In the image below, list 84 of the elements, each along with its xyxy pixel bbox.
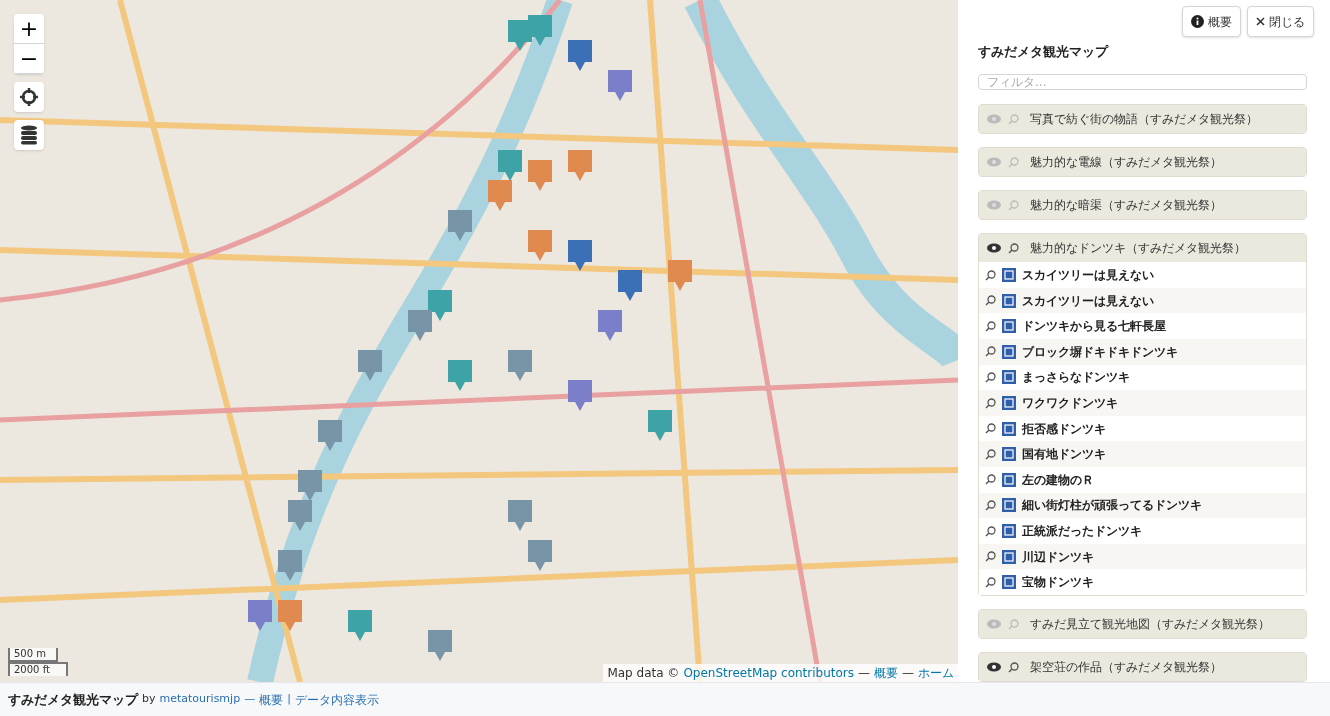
about-button[interactable]: 概要 <box>1182 6 1241 37</box>
attribution-link[interactable]: ホーム <box>918 664 954 682</box>
marker-icon <box>1002 344 1016 359</box>
item-name: 細い街灯柱が頑張ってるドンツキ <box>1022 497 1202 515</box>
layer-header[interactable]: 魅力的なドンツキ（すみだメタ観光祭） <box>979 234 1306 263</box>
zoom-icon[interactable] <box>985 474 996 486</box>
layers-button[interactable] <box>14 120 44 150</box>
item-name: 宝物ドンツキ <box>1022 574 1094 592</box>
author-link[interactable]: metatourismjp <box>159 691 241 708</box>
layer-item[interactable]: 川辺ドンツキ <box>979 543 1306 570</box>
zoom-icon[interactable] <box>985 551 996 563</box>
marker-icon <box>1002 293 1016 308</box>
layer-item[interactable]: スカイツリーは見えない <box>979 287 1306 314</box>
zoom-out-button[interactable]: − <box>14 44 44 74</box>
separator: — <box>902 665 914 682</box>
item-name: スカイツリーは見えない <box>1022 267 1154 285</box>
eye-icon[interactable] <box>987 243 1001 254</box>
zoom-icon[interactable] <box>985 371 996 383</box>
zoom-icon[interactable] <box>985 397 996 409</box>
marker-icon <box>1002 498 1016 513</box>
zoom-icon[interactable] <box>985 448 996 460</box>
marker-icon <box>1002 549 1016 564</box>
attribution-link[interactable]: 概要 <box>874 664 898 682</box>
zoom-icon[interactable] <box>985 320 996 332</box>
by-text: by <box>142 691 156 708</box>
zoom-icon[interactable] <box>985 269 996 281</box>
crosshair-icon <box>19 87 39 107</box>
marker-icon <box>1002 524 1016 538</box>
layer-name: 魅力的な暗渠（すみだメタ観光祭） <box>1030 197 1222 215</box>
layer-name: 架空荘の作品（すみだメタ観光祭） <box>1030 659 1222 676</box>
zoom-icon[interactable] <box>985 525 996 537</box>
item-name: ワクワクドンツキ <box>1022 395 1118 413</box>
zoom-icon[interactable] <box>985 346 996 358</box>
zoom-icon[interactable] <box>985 295 996 307</box>
item-name: 川辺ドンツキ <box>1022 548 1094 566</box>
zoom-in-button[interactable]: + <box>14 14 44 44</box>
marker-icon <box>1002 421 1016 436</box>
zoom-icon[interactable] <box>1008 242 1019 254</box>
layer-item[interactable]: 細い街灯柱が頑張ってるドンツキ <box>979 492 1306 519</box>
item-name: 正統派だったドンツキ <box>1022 523 1142 540</box>
close-icon <box>1256 17 1265 26</box>
layer-item[interactable]: 国有地ドンツキ <box>979 441 1306 468</box>
marker-icon <box>1002 396 1016 411</box>
scale-label: 500 m <box>8 648 58 662</box>
database-icon <box>20 125 38 145</box>
item-name: ドンツキから見る七軒長屋 <box>1022 318 1166 336</box>
close-button[interactable]: 閉じる <box>1247 6 1314 37</box>
attribution-text: Map data © <box>607 665 680 682</box>
marker-icon <box>1002 319 1016 334</box>
item-name: ブロック塀ドキドキドンツキ <box>1022 343 1178 361</box>
footer-title: すみだメタ観光マップ <box>8 690 138 709</box>
panel-title: すみだメタ観光マップ <box>978 43 1110 61</box>
about-link[interactable]: 概要 <box>259 690 284 709</box>
locate-button[interactable] <box>14 82 44 112</box>
item-name: 国有地ドンツキ <box>1022 446 1106 464</box>
layer-name: 魅力的な電線（すみだメタ観光祭） <box>1030 154 1222 172</box>
scale-label: 2000 ft <box>8 662 68 676</box>
layer-name: 写真で紡ぐ街の物語（すみだメタ観光祭） <box>1030 111 1258 129</box>
zoom-icon[interactable] <box>985 576 996 588</box>
data-link[interactable]: データ内容表示 <box>294 690 379 709</box>
layer-name: すみだ見立て観光地図（すみだメタ観光祭） <box>1030 616 1270 633</box>
marker-icon <box>1002 447 1016 462</box>
layer-item[interactable]: ワクワクドンツキ <box>979 390 1306 416</box>
layer-name: 魅力的なドンツキ（すみだメタ観光祭） <box>1030 240 1246 258</box>
marker-icon <box>1002 472 1016 487</box>
item-name: スカイツリーは見えない <box>1022 292 1154 310</box>
zoom-icon[interactable] <box>985 499 996 511</box>
marker-icon <box>1002 370 1016 385</box>
eye-icon[interactable] <box>987 662 1001 672</box>
zoom-icon[interactable] <box>1008 661 1019 673</box>
marker-icon <box>1002 268 1016 283</box>
separator: — <box>858 665 870 682</box>
item-name: 左の建物のＲ <box>1022 471 1094 489</box>
zoom-icon[interactable] <box>985 423 996 435</box>
info-icon <box>1191 15 1204 28</box>
separator: | <box>287 691 291 708</box>
item-name: 拒否感ドンツキ <box>1022 420 1106 438</box>
separator: — <box>244 691 256 708</box>
item-name: まっさらなドンツキ <box>1022 369 1130 387</box>
layer-header[interactable]: 架空荘の作品（すみだメタ観光祭） <box>979 653 1306 681</box>
marker-icon <box>1002 575 1016 590</box>
attribution-link[interactable]: OpenStreetMap contributors <box>683 664 854 682</box>
filter-field[interactable]: フィルタ... <box>978 73 1307 91</box>
layer-item[interactable]: ブロック塀ドキドキドンツキ <box>979 339 1306 365</box>
